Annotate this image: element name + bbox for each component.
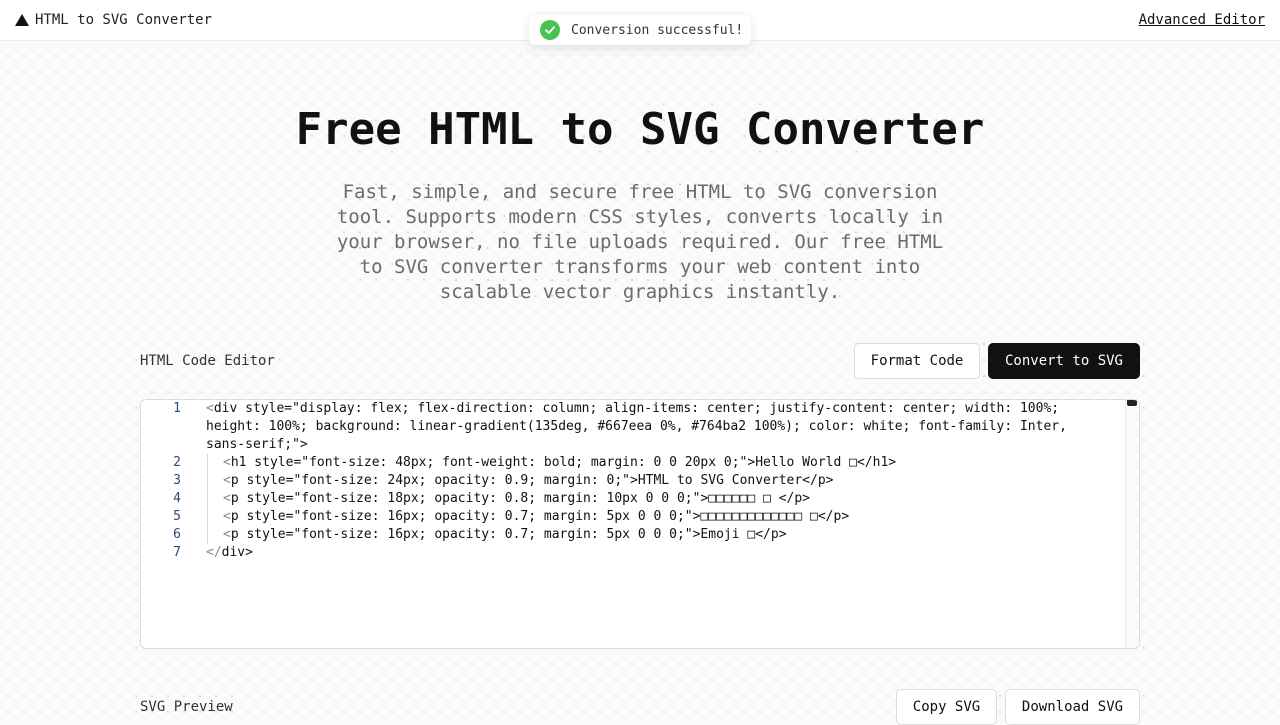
page-title: Free HTML to SVG Converter — [295, 104, 985, 155]
tag-close: >□□□□□□ □ </p> — [700, 491, 811, 506]
code-content: p style="font-size: 16px; opacity: 0.7; … — [230, 527, 693, 542]
brand-name: HTML to SVG Converter — [35, 12, 213, 28]
tag-open: < — [223, 455, 231, 470]
advanced-editor-link[interactable]: Advanced Editor — [1139, 12, 1265, 28]
line-number: 4 — [173, 491, 181, 506]
tag-open: </ — [206, 545, 222, 560]
tag-close: >□□□□□□□□□□□□□ □</p> — [692, 509, 850, 524]
preview-label: SVG Preview — [140, 699, 233, 715]
code-text: <p style="font-size: 16px; opacity: 0.7;… — [207, 526, 1067, 544]
triangle-logo-icon — [15, 14, 29, 26]
html-code-editor[interactable]: 1 <div style="display: flex; flex-directi… — [140, 399, 1140, 649]
code-text: </div> — [206, 544, 1086, 562]
code-text: <p style="font-size: 18px; opacity: 0.8;… — [207, 490, 1067, 508]
tag-close: >HTML to SVG Converter</p> — [630, 473, 834, 488]
tag-open: < — [206, 401, 214, 416]
code-line[interactable]: 7 </div> — [141, 544, 1125, 562]
code-content: div — [221, 545, 246, 560]
toast-message: Conversion successful! — [571, 22, 744, 38]
code-line[interactable]: 1 <div style="display: flex; flex-directi… — [141, 400, 1125, 454]
tag-open: < — [223, 491, 231, 506]
tag-close: >Hello World □</h1> — [747, 455, 897, 470]
code-content: p style="font-size: 18px; opacity: 0.8; … — [230, 491, 701, 506]
code-lines: 1 <div style="display: flex; flex-directi… — [141, 400, 1125, 562]
line-number: 6 — [173, 527, 181, 542]
check-circle-icon — [540, 20, 560, 40]
code-content: p style="font-size: 24px; opacity: 0.9; … — [230, 473, 630, 488]
code-text: <p style="font-size: 16px; opacity: 0.7;… — [207, 508, 1067, 526]
code-line[interactable]: 6 <p style="font-size: 16px; opacity: 0.7… — [141, 526, 1125, 544]
tag-open: < — [223, 527, 231, 542]
page-description: Fast, simple, and secure free HTML to SV… — [336, 181, 944, 303]
code-content: div style="display: flex; flex-direction… — [206, 401, 1075, 452]
code-line[interactable]: 3 <p style="font-size: 24px; opacity: 0.9… — [141, 472, 1125, 490]
line-number: 7 — [173, 545, 181, 560]
editor-label: HTML Code Editor — [140, 353, 275, 369]
code-content: p style="font-size: 16px; opacity: 0.7; … — [230, 509, 693, 524]
format-code-button[interactable]: Format Code — [854, 343, 980, 379]
code-line[interactable]: 4 <p style="font-size: 18px; opacity: 0.8… — [141, 490, 1125, 508]
code-text: <div style="display: flex; flex-directio… — [206, 400, 1086, 454]
code-line[interactable]: 5 <p style="font-size: 16px; opacity: 0.7… — [141, 508, 1125, 526]
code-content: h1 style="font-size: 48px; font-weight: … — [230, 455, 748, 470]
tag-open: < — [223, 509, 231, 524]
code-text: <p style="font-size: 24px; opacity: 0.9;… — [207, 472, 1067, 490]
tag-open: < — [223, 473, 231, 488]
success-toast: Conversion successful! — [529, 15, 751, 45]
scrollbar-thumb[interactable] — [1127, 400, 1137, 406]
line-number: 3 — [173, 473, 181, 488]
line-number: 1 — [173, 401, 181, 416]
tag-close: >Emoji □</p> — [692, 527, 787, 542]
code-text: <h1 style="font-size: 48px; font-weight:… — [207, 454, 1067, 472]
line-number: 2 — [173, 455, 181, 470]
brand-link[interactable]: HTML to SVG Converter — [15, 12, 212, 28]
editor-scrollbar[interactable] — [1125, 400, 1139, 648]
tag-close: > — [299, 437, 308, 452]
convert-to-svg-button[interactable]: Convert to SVG — [988, 343, 1140, 379]
line-number: 5 — [173, 509, 181, 524]
code-line[interactable]: 2 <h1 style="font-size: 48px; font-weight… — [141, 454, 1125, 472]
tag-close: > — [245, 545, 253, 560]
